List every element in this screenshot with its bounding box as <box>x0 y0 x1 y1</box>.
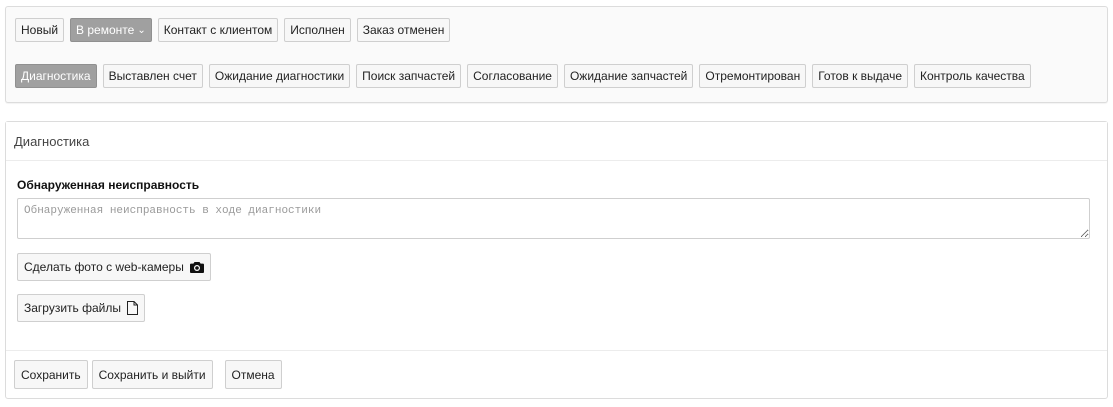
substatus-button-label: Ожидание диагностики <box>214 69 345 83</box>
substatus-button-ready[interactable]: Готов к выдаче <box>812 64 908 88</box>
substatus-button-diagnostics[interactable]: Диагностика <box>15 64 97 88</box>
fault-field-label: Обнаруженная неисправность <box>17 178 200 192</box>
substatus-button-label: Согласование <box>473 69 552 83</box>
status-button-label: Заказ отменен <box>362 23 445 37</box>
cancel-button[interactable]: Отмена <box>224 360 282 389</box>
status-button-new[interactable]: Новый <box>15 18 65 42</box>
status-button-label: Новый <box>21 23 59 37</box>
webcam-photo-button[interactable]: Сделать фото с web-камеры <box>17 253 211 281</box>
footer-divider <box>6 350 1107 351</box>
substatus-button-label: Готов к выдаче <box>818 69 902 83</box>
substatus-button-repaired[interactable]: Отремонтирован <box>699 64 807 88</box>
substatus-button-label: Выставлен счет <box>108 69 197 83</box>
file-icon <box>127 301 139 315</box>
status-group-row: Новый В ремонте ⌄ Контакт с клиентом Испо… <box>15 18 451 42</box>
cancel-button-label: Отмена <box>231 367 275 382</box>
upload-files-label: Загрузить файлы <box>24 301 122 315</box>
substatus-button-approval[interactable]: Согласование <box>467 64 558 88</box>
substatus-button-awaiting-parts[interactable]: Ожидание запчастей <box>563 64 694 88</box>
substatus-row: Диагностика Выставлен счет Ожидание диаг… <box>15 64 1031 88</box>
chevron-down-icon: ⌄ <box>137 24 146 36</box>
substatus-button-invoiced[interactable]: Выставлен счет <box>102 64 203 88</box>
substatus-button-label: Диагностика <box>21 69 91 83</box>
substatus-button-label: Отремонтирован <box>705 69 801 83</box>
panel-title: Диагностика <box>6 122 1107 161</box>
webcam-photo-label: Сделать фото с web-камеры <box>24 260 184 274</box>
diagnostics-form-panel: Диагностика Обнаруженная неисправность С… <box>5 121 1108 399</box>
status-button-in-repair[interactable]: В ремонте ⌄ <box>70 18 152 42</box>
status-button-label: В ремонте <box>76 23 135 37</box>
substatus-button-label: Поиск запчастей <box>362 69 456 83</box>
substatus-button-parts-search[interactable]: Поиск запчастей <box>356 64 462 88</box>
form-actions: Сохранить Сохранить и выйти Отмена <box>14 360 282 389</box>
substatus-button-label: Контроль качества <box>920 69 1025 83</box>
save-button[interactable]: Сохранить <box>14 360 88 389</box>
upload-files-button[interactable]: Загрузить файлы <box>17 294 146 322</box>
save-and-exit-label: Сохранить и выйти <box>98 367 206 382</box>
save-and-exit-button[interactable]: Сохранить и выйти <box>91 360 213 389</box>
substatus-button-quality-control[interactable]: Контроль качества <box>914 64 1031 88</box>
status-panel: Новый В ремонте ⌄ Контакт с клиентом Испо… <box>5 6 1108 103</box>
fault-textarea[interactable] <box>17 198 1090 239</box>
camera-icon <box>189 261 204 273</box>
status-button-label: Контакт с клиентом <box>163 23 273 37</box>
status-button-cancelled[interactable]: Заказ отменен <box>356 18 451 42</box>
status-button-label: Исполнен <box>290 23 345 37</box>
status-button-completed[interactable]: Исполнен <box>284 18 351 42</box>
substatus-button-awaiting-diagnostics[interactable]: Ожидание диагностики <box>208 64 351 88</box>
save-button-label: Сохранить <box>21 367 81 382</box>
substatus-button-label: Ожидание запчастей <box>569 69 688 83</box>
status-button-client-contact[interactable]: Контакт с клиентом <box>157 18 279 42</box>
